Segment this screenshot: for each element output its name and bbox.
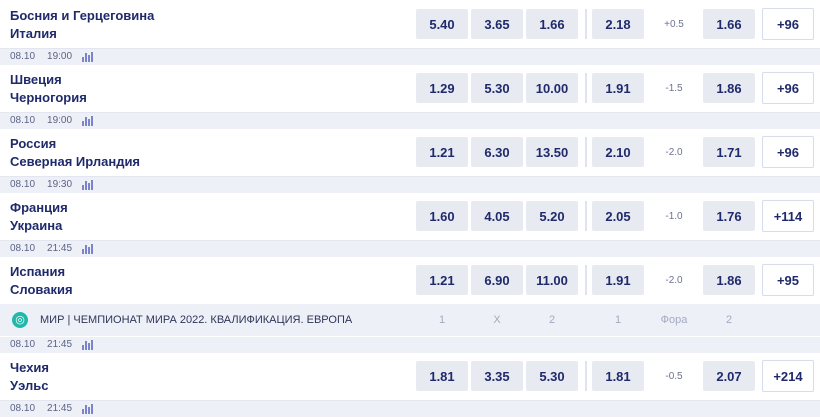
odd-2[interactable]: 5.20 — [526, 201, 578, 231]
home-team[interactable]: Швеция — [10, 72, 62, 87]
fora-odd-2[interactable]: 1.66 — [703, 9, 755, 39]
more-markets-button[interactable]: +96 — [762, 136, 814, 168]
handicap-value: -1.5 — [665, 82, 683, 94]
column-header-1: 1 — [438, 314, 446, 326]
handicap-value: -0.5 — [665, 370, 683, 382]
match-meta: 08.10 21:45 — [0, 241, 820, 257]
column-header-x: X — [493, 314, 501, 326]
fora-odd-2[interactable]: 1.71 — [703, 137, 755, 167]
league-header[interactable]: ◎ МИР | ЧЕМПИОНАТ МИРА 2022. КВАЛИФИКАЦИ… — [0, 304, 820, 336]
away-team[interactable]: Черногория — [10, 90, 87, 105]
odd-1[interactable]: 1.60 — [416, 201, 468, 231]
column-separator — [585, 201, 587, 231]
odd-x[interactable]: 6.30 — [471, 137, 523, 167]
fora-odd-1[interactable]: 1.91 — [592, 73, 644, 103]
match-date: 08.10 — [10, 51, 36, 62]
fora-odd-1[interactable]: 1.81 — [592, 361, 644, 391]
fora-odd-2[interactable]: 2.07 — [703, 361, 755, 391]
more-markets-button[interactable]: +95 — [762, 264, 814, 296]
match-time: 19:00 — [47, 115, 73, 126]
handicap-value: -1.0 — [665, 210, 683, 222]
column-header-2: 2 — [548, 314, 556, 326]
odd-2[interactable]: 11.00 — [526, 265, 578, 295]
match-date: 08.10 — [10, 115, 36, 126]
match-time: 21:45 — [47, 403, 73, 414]
odd-1[interactable]: 1.21 — [416, 137, 468, 167]
odd-1[interactable]: 1.81 — [416, 361, 468, 391]
fora-odd-2[interactable]: 1.86 — [703, 73, 755, 103]
odd-x[interactable]: 4.05 — [471, 201, 523, 231]
odd-x[interactable]: 3.35 — [471, 361, 523, 391]
more-markets-button[interactable]: +214 — [762, 360, 814, 392]
odd-1[interactable]: 5.40 — [416, 9, 468, 39]
stats-icon[interactable] — [82, 52, 93, 62]
handicap-value: -2.0 — [665, 274, 683, 286]
away-team[interactable]: Украина — [10, 218, 62, 233]
stats-icon[interactable] — [82, 180, 93, 190]
match-time: 21:45 — [47, 339, 73, 350]
match-meta: 08.10 19:00 — [0, 49, 820, 65]
away-team[interactable]: Словакия — [10, 282, 73, 297]
column-separator — [585, 265, 587, 295]
match-meta: 08.10 19:00 — [0, 113, 820, 129]
match-date: 08.10 — [10, 403, 36, 414]
stats-icon[interactable] — [82, 244, 93, 254]
league-name[interactable]: МИР | ЧЕМПИОНАТ МИРА 2022. КВАЛИФИКАЦИЯ.… — [40, 314, 352, 326]
column-header-fora: Фора — [660, 314, 688, 326]
stats-icon[interactable] — [82, 340, 93, 350]
odd-2[interactable]: 10.00 — [526, 73, 578, 103]
match-date: 08.10 — [10, 243, 36, 254]
odd-x[interactable]: 6.90 — [471, 265, 523, 295]
column-separator — [585, 137, 587, 167]
stats-icon[interactable] — [82, 116, 93, 126]
more-markets-button[interactable]: +114 — [762, 200, 814, 232]
odd-1[interactable]: 1.29 — [416, 73, 468, 103]
column-separator — [585, 361, 587, 391]
match-meta: 08.10 21:45 — [0, 337, 820, 353]
match-date: 08.10 — [10, 179, 36, 190]
odd-x[interactable]: 3.65 — [471, 9, 523, 39]
home-team[interactable]: Франция — [10, 200, 68, 215]
stats-icon[interactable] — [82, 404, 93, 414]
match-meta: 08.10 21:45 — [0, 401, 820, 417]
home-team[interactable]: Босния и Герцеговина — [10, 8, 154, 23]
fora-odd-1[interactable]: 2.10 — [592, 137, 644, 167]
globe-icon: ◎ — [12, 312, 28, 328]
fora-odd-2[interactable]: 1.86 — [703, 265, 755, 295]
handicap-value: -2.0 — [665, 146, 683, 158]
handicap-value: +0.5 — [664, 18, 684, 30]
fora-odd-1[interactable]: 1.91 — [592, 265, 644, 295]
column-header-fora-1: 1 — [614, 314, 622, 326]
column-separator — [585, 73, 587, 103]
column-header-fora-2: 2 — [725, 314, 733, 326]
match-meta: 08.10 19:30 — [0, 177, 820, 193]
odd-2[interactable]: 5.30 — [526, 361, 578, 391]
fora-odd-2[interactable]: 1.76 — [703, 201, 755, 231]
odd-2[interactable]: 1.66 — [526, 9, 578, 39]
column-separator — [585, 9, 587, 39]
more-markets-button[interactable]: +96 — [762, 8, 814, 40]
away-team[interactable]: Италия — [10, 26, 57, 41]
match-time: 21:45 — [47, 243, 73, 254]
odd-2[interactable]: 13.50 — [526, 137, 578, 167]
match-time: 19:30 — [47, 179, 73, 190]
odd-x[interactable]: 5.30 — [471, 73, 523, 103]
match-date: 08.10 — [10, 339, 36, 350]
match-time: 19:00 — [47, 51, 73, 62]
away-team[interactable]: Уэльс — [10, 378, 48, 393]
fora-odd-1[interactable]: 2.18 — [592, 9, 644, 39]
home-team[interactable]: Испания — [10, 264, 65, 279]
odd-1[interactable]: 1.21 — [416, 265, 468, 295]
away-team[interactable]: Северная Ирландия — [10, 154, 140, 169]
more-markets-button[interactable]: +96 — [762, 72, 814, 104]
home-team[interactable]: Россия — [10, 136, 56, 151]
fora-odd-1[interactable]: 2.05 — [592, 201, 644, 231]
home-team[interactable]: Чехия — [10, 360, 49, 375]
